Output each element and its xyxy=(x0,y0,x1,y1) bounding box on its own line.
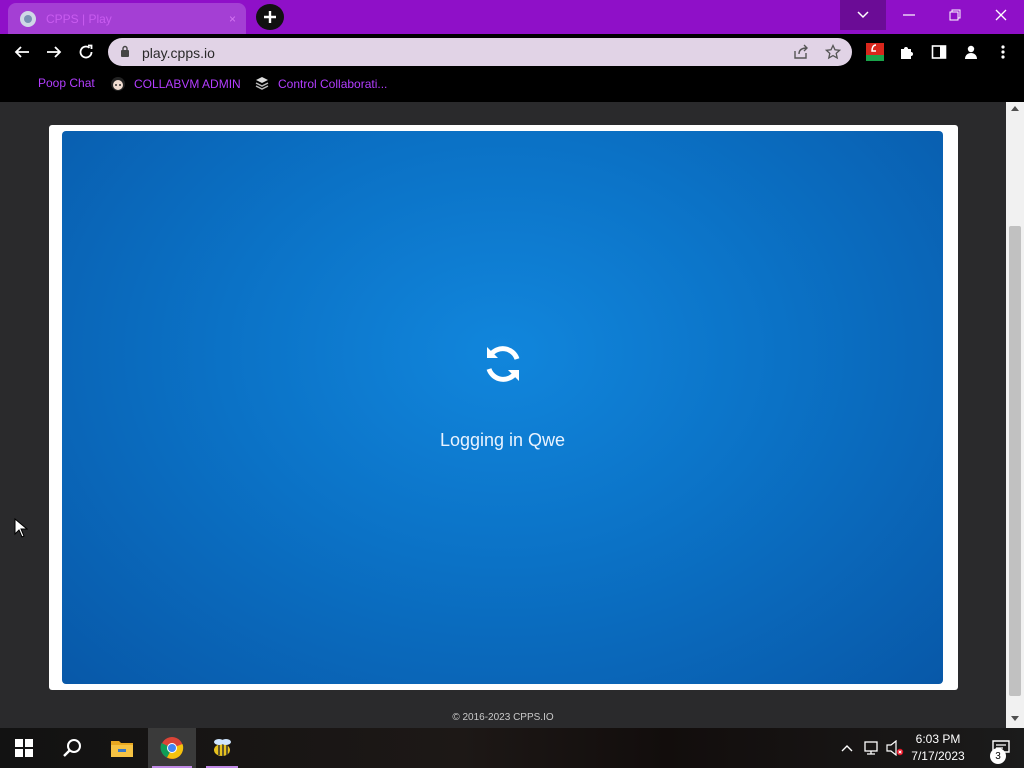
tab-close-icon[interactable]: × xyxy=(229,12,236,26)
tab-favicon-icon xyxy=(20,10,36,27)
windows-logo-icon xyxy=(15,739,33,757)
chrome-taskbar-button[interactable] xyxy=(148,728,196,768)
search-icon xyxy=(63,739,81,757)
new-tab-button[interactable] xyxy=(256,4,284,30)
browser-titlebar: CPPS | Play × xyxy=(0,0,1024,34)
bookmarks-bar: Poop Chat COLLABVM ADMIN Control Collabo… xyxy=(0,70,1024,102)
bookmark-label: Poop Chat xyxy=(38,76,95,90)
bookmark-poop-chat[interactable]: Poop Chat xyxy=(38,76,95,90)
mouse-cursor-icon xyxy=(14,518,28,538)
reload-button[interactable] xyxy=(74,40,98,64)
scroll-down-arrow-icon[interactable] xyxy=(1011,716,1019,721)
browser-tab[interactable]: CPPS | Play × xyxy=(8,3,246,34)
system-clock[interactable]: 6:03 PM 7/17/2023 xyxy=(906,731,970,765)
bee-app-icon xyxy=(214,739,231,756)
minimize-button[interactable] xyxy=(886,0,932,30)
share-icon[interactable] xyxy=(792,43,810,61)
profile-icon[interactable] xyxy=(960,41,982,63)
forward-button[interactable] xyxy=(42,40,66,64)
browser-toolbar: play.cpps.io xyxy=(0,34,1024,70)
show-hidden-icons-button[interactable] xyxy=(838,728,856,768)
flash-extension-icon[interactable] xyxy=(864,41,886,63)
clock-date: 7/17/2023 xyxy=(911,749,965,763)
page-scrollbar[interactable] xyxy=(1006,102,1024,728)
bookmark-control-collaborati[interactable]: Control Collaborati... xyxy=(254,76,387,92)
arrow-right-icon xyxy=(47,46,62,58)
file-explorer-button[interactable] xyxy=(98,728,146,768)
app-taskbar-button[interactable] xyxy=(198,728,246,768)
bookmark-label: COLLABVM ADMIN xyxy=(134,77,241,91)
game-frame: Logging in Qwe xyxy=(49,125,958,690)
game-canvas[interactable]: Logging in Qwe xyxy=(62,131,943,684)
address-bar[interactable]: play.cpps.io xyxy=(108,38,852,66)
side-panel-icon[interactable] xyxy=(928,41,950,63)
clock-time: 6:03 PM xyxy=(915,732,961,746)
extensions-puzzle-icon[interactable] xyxy=(896,41,918,63)
tab-title: CPPS | Play xyxy=(46,11,112,26)
copyright-footer: © 2016-2023 CPPS.IO xyxy=(452,712,554,723)
collabvm-logo-icon xyxy=(254,76,270,92)
restore-button[interactable] xyxy=(932,0,978,30)
anime-avatar-icon xyxy=(110,76,126,92)
windows-taskbar: 6:03 PM 7/17/2023 xyxy=(0,728,1024,768)
scroll-up-arrow-icon[interactable] xyxy=(1011,106,1019,111)
search-button[interactable] xyxy=(48,728,96,768)
notification-count-badge: 3 xyxy=(990,748,1006,764)
sync-icon xyxy=(486,346,520,382)
back-button[interactable] xyxy=(10,40,34,64)
arrow-left-icon xyxy=(14,46,29,58)
tab-search-button[interactable] xyxy=(840,0,886,30)
chevron-down-icon xyxy=(857,11,869,19)
bookmark-star-icon[interactable] xyxy=(824,43,842,61)
scroll-thumb[interactable] xyxy=(1009,226,1021,696)
chrome-icon xyxy=(160,737,184,759)
bookmark-label: Control Collaborati... xyxy=(278,77,388,91)
kebab-menu-icon[interactable] xyxy=(992,41,1014,63)
login-status-text: Logging in Qwe xyxy=(439,430,566,450)
start-button[interactable] xyxy=(0,728,48,768)
close-window-button[interactable] xyxy=(978,0,1024,30)
volume-muted-icon[interactable] xyxy=(884,728,906,768)
network-icon[interactable] xyxy=(860,728,882,768)
folder-icon xyxy=(111,741,133,757)
chevron-up-icon xyxy=(841,745,853,752)
url-text[interactable]: play.cpps.io xyxy=(142,45,215,61)
page-viewport: Logging in Qwe © 2016-2023 CPPS.IO xyxy=(0,102,1006,728)
reload-icon xyxy=(79,44,93,59)
lock-icon xyxy=(121,45,129,57)
bookmark-collabvm-admin[interactable]: COLLABVM ADMIN xyxy=(110,76,241,92)
